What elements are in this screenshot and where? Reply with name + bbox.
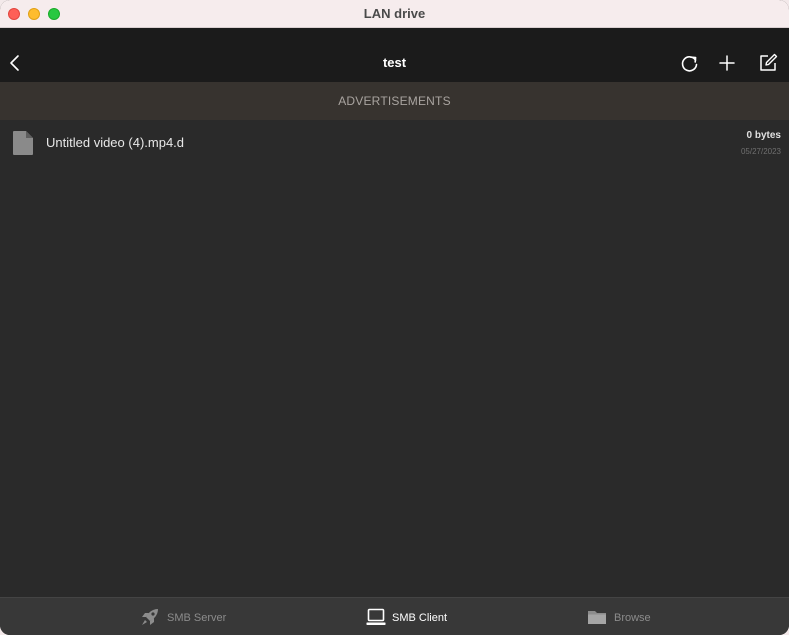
tab-smb-server[interactable]: SMB Server (140, 598, 240, 635)
plus-icon (719, 55, 735, 71)
bottom-tab-bar: SMB Server SMB Client Browse (0, 597, 789, 635)
file-size: 0 bytes (746, 130, 781, 141)
refresh-icon (681, 56, 698, 72)
file-name: Untitled video (4).mp4.d (46, 135, 185, 150)
file-list: Untitled video (4).mp4.d 0 bytes 05/27/2… (0, 120, 789, 597)
advertisement-label: ADVERTISEMENTS (338, 94, 451, 108)
folder-title: test (382, 55, 407, 70)
compose-icon (760, 53, 778, 71)
file-date: 05/27/2023 (740, 147, 781, 156)
advertisement-banner[interactable]: ADVERTISEMENTS (0, 82, 789, 120)
tab-smb-server-label: SMB Server (167, 612, 227, 624)
app-window: LAN drive test ADVERTISEMENTS Untitled v… (0, 0, 789, 635)
document-icon (12, 130, 34, 156)
tab-browse[interactable]: Browse (587, 598, 667, 635)
rocket-icon (142, 609, 158, 625)
window-titlebar: LAN drive (0, 0, 789, 28)
navigation-bar: test (0, 28, 789, 82)
tab-smb-client[interactable]: SMB Client (366, 598, 466, 635)
add-button[interactable] (716, 52, 738, 74)
folder-icon (588, 611, 606, 624)
laptop-icon (366, 608, 386, 625)
window-title: LAN drive (363, 6, 426, 21)
file-list-item[interactable]: Untitled video (4).mp4.d 0 bytes 05/27/2… (0, 120, 789, 164)
tab-smb-client-label: SMB Client (392, 612, 448, 624)
tab-browse-label: Browse (614, 612, 651, 624)
edit-button[interactable] (757, 52, 779, 74)
refresh-button[interactable] (679, 52, 701, 74)
